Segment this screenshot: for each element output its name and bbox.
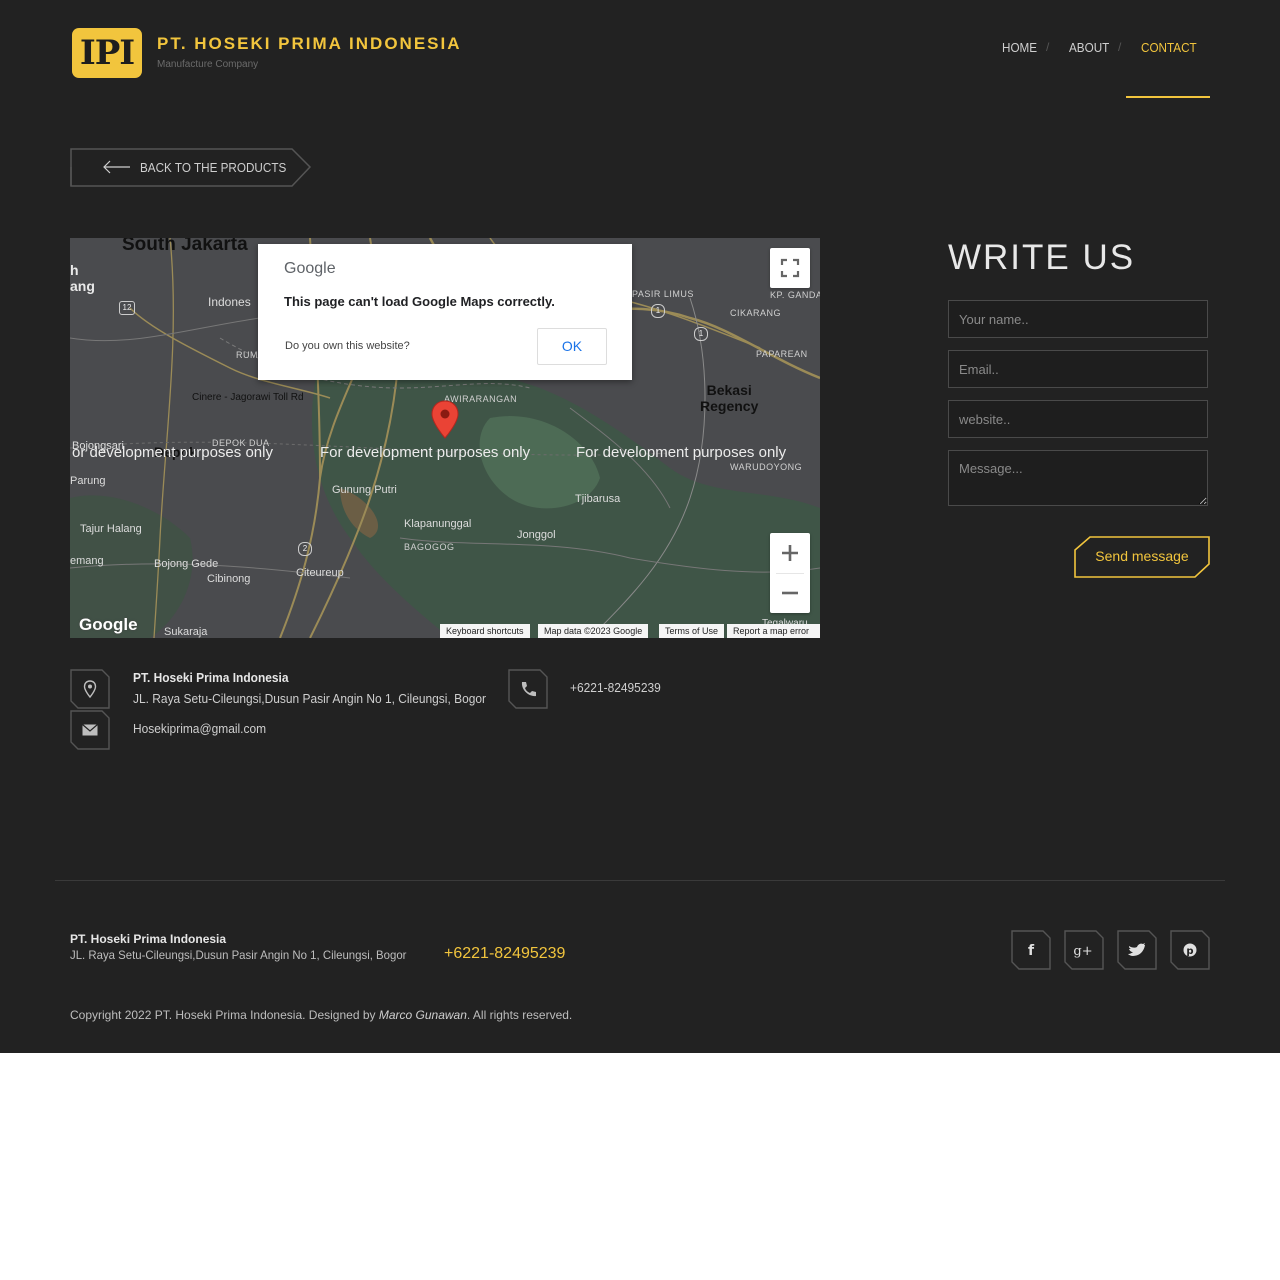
map-label: RUM — [236, 350, 258, 360]
map-label: PAPAREAN — [756, 349, 808, 359]
map-label: Sukaraja — [164, 626, 208, 638]
brand-name[interactable]: PT. HOSEKI PRIMA INDONESIA — [157, 34, 462, 54]
phone-icon — [521, 682, 536, 697]
map-label: h — [70, 262, 79, 278]
keyboard-shortcuts-link[interactable]: Keyboard shortcuts — [440, 624, 530, 638]
route-shield: 12 — [119, 301, 135, 315]
company-phone[interactable]: +6221-82495239 — [570, 680, 661, 695]
map-label: WARUDOYONG — [730, 462, 803, 472]
map-label: KP. GANDA — [770, 290, 820, 300]
map-label: emang — [70, 555, 104, 567]
envelope-icon — [82, 724, 98, 736]
nav-contact[interactable]: CONTACT — [1141, 40, 1197, 55]
google-logo: Google — [284, 260, 336, 277]
map-label: Cinere - Jagorawi Toll Rd — [192, 392, 304, 403]
facebook-icon: f — [1028, 943, 1035, 959]
google-plus-button[interactable]: g+ — [1064, 930, 1104, 970]
map-label: Bojong Gede — [154, 558, 219, 570]
map-data-text: Map data ©2023 Google — [538, 624, 649, 638]
company-name: PT. Hoseki Prima Indonesia — [133, 670, 289, 685]
name-field[interactable] — [948, 300, 1208, 338]
fullscreen-button[interactable] — [770, 248, 810, 288]
company-email[interactable]: Hosekiprima@gmail.com — [133, 721, 266, 736]
location-box — [70, 669, 110, 709]
map-label: Gunung Putri — [332, 484, 397, 496]
email-box — [70, 710, 110, 750]
map-label: BAGOGOG — [404, 542, 455, 552]
nav-separator: / — [1118, 40, 1122, 54]
twitter-button[interactable] — [1117, 930, 1157, 970]
map-label: Bekasi Regency — [700, 382, 759, 414]
dialog-ok-button[interactable]: OK — [537, 328, 607, 365]
map-label: Jonggol — [517, 529, 556, 541]
own-website-question[interactable]: Do you own this website? — [285, 340, 410, 352]
map-label: Indones — [208, 295, 251, 309]
footer-divider — [55, 880, 1225, 881]
send-button-label: Send message — [1095, 548, 1189, 564]
twitter-icon — [1128, 943, 1145, 956]
footer-company-name: PT. Hoseki Prima Indonesia — [70, 932, 227, 946]
back-to-products-button[interactable]: BACK TO THE PRODUCTS — [70, 148, 312, 187]
location-pin-icon — [83, 680, 97, 698]
phone-box — [508, 669, 548, 709]
route-shield: 1 — [694, 327, 708, 341]
company-logo[interactable]: IPI — [72, 28, 142, 78]
facebook-button[interactable]: f — [1011, 930, 1051, 970]
dev-watermark: For development purposes only — [576, 444, 787, 461]
google-plus-icon: g+ — [1073, 944, 1092, 959]
map-label: Klapanunggal — [404, 518, 472, 530]
company-address: JL. Raya Setu-Cileungsi,Dusun Pasir Angi… — [133, 691, 487, 706]
map-label: Parung — [70, 475, 106, 487]
zoom-in-icon[interactable] — [770, 533, 810, 573]
map-label: Tjibarusa — [575, 493, 621, 505]
map-label: ang — [70, 278, 95, 294]
dialog-message: This page can't load Google Maps correct… — [284, 294, 555, 309]
terms-of-use-link[interactable]: Terms of Use — [659, 624, 725, 638]
map-label: CIKARANG — [730, 308, 782, 318]
website-field[interactable] — [948, 400, 1208, 438]
google-logo[interactable]: Google — [79, 615, 138, 635]
report-map-error-link[interactable]: Report a map error — [727, 624, 820, 638]
map-label: Cibinong — [207, 573, 251, 585]
nav-home[interactable]: HOME — [1002, 40, 1037, 55]
zoom-out-icon[interactable] — [770, 573, 810, 613]
footer-phone[interactable]: +6221-82495239 — [444, 945, 565, 963]
pinterest-icon: p — [1183, 943, 1197, 957]
nav-active-indicator — [1126, 96, 1210, 98]
copyright: Copyright 2022 PT. Hoseki Prima Indonesi… — [70, 1008, 572, 1022]
logo-text: IPI — [79, 33, 135, 73]
contact-form-title: WRITE US — [948, 238, 1136, 277]
arrow-left-icon — [103, 160, 130, 174]
brand-tagline: Manufacture Company — [157, 59, 259, 70]
map-label: PASIR LIMUS — [632, 289, 694, 299]
route-shield: 1 — [651, 304, 665, 318]
send-message-button[interactable]: Send message — [1074, 536, 1210, 578]
back-button-label: BACK TO THE PRODUCTS — [140, 160, 287, 175]
email-field[interactable] — [948, 350, 1208, 388]
map-error-dialog: Google This page can't load Google Maps … — [258, 244, 632, 380]
nav-about[interactable]: ABOUT — [1069, 40, 1109, 55]
dev-watermark: or development purposes only — [72, 444, 273, 461]
copyright-suffix: . All rights reserved. — [466, 1008, 573, 1022]
fullscreen-icon — [780, 258, 800, 278]
pinterest-button[interactable]: p — [1170, 930, 1210, 970]
dev-watermark: For development purposes only — [320, 444, 531, 461]
copyright-prefix: Copyright 2022 PT. Hoseki Prima Indonesi… — [70, 1008, 379, 1022]
message-field[interactable] — [948, 450, 1208, 506]
map-label: Citeureup — [296, 567, 344, 579]
footer-address: JL. Raya Setu-Cileungsi,Dusun Pasir Angi… — [70, 948, 407, 962]
map-marker-icon[interactable] — [431, 400, 459, 440]
designer-link[interactable]: Marco Gunawan — [379, 1008, 467, 1022]
route-shield: 2 — [298, 542, 312, 556]
zoom-control — [770, 533, 810, 613]
page: IPI PT. HOSEKI PRIMA INDONESIA Manufactu… — [0, 0, 1280, 1053]
map-label: Tajur Halang — [80, 523, 142, 535]
svg-text:p: p — [1186, 946, 1193, 957]
map-label: South Jakarta — [122, 238, 248, 255]
nav-separator: / — [1046, 40, 1050, 54]
